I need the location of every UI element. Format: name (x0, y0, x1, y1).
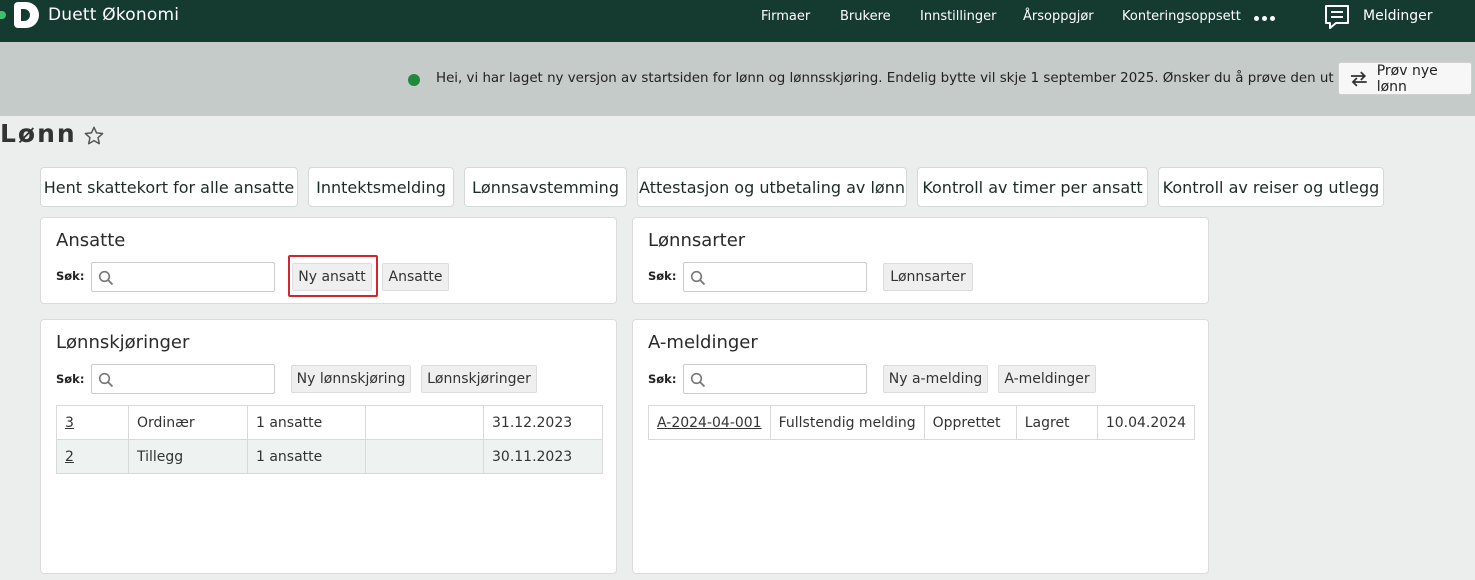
search-icon (98, 372, 114, 388)
empty-cell (365, 405, 484, 440)
app-logo[interactable]: Duett Økonomi (0, 2, 179, 28)
wage-types-panel: Lønnsarter Søk: Lønnsarter (632, 217, 1209, 304)
a-reports-table: A-2024-04-001 Fullstendig melding Oppret… (648, 405, 1196, 440)
table-row[interactable]: 3 Ordinær 1 ansatte 31.12.2023 (56, 405, 603, 440)
search-icon (690, 372, 706, 388)
empty-cell (365, 439, 484, 474)
new-employee-button[interactable]: Ny ansatt (292, 263, 372, 291)
messages-label[interactable]: Meldinger (1363, 8, 1433, 24)
swap-arrows-icon (1350, 70, 1367, 87)
new-a-report-button[interactable]: Ny a-melding (883, 365, 988, 393)
table-row[interactable]: 2 Tillegg 1 ansatte 30.11.2023 (56, 439, 603, 474)
duett-logo-icon (0, 2, 40, 28)
nav-innstillinger[interactable]: Innstillinger (920, 9, 996, 24)
payroll-runs-table: 3 Ordinær 1 ansatte 31.12.2023 2 Tillegg… (56, 405, 603, 474)
employees-list-button[interactable]: Ansatte (382, 263, 449, 291)
info-banner: Hei, vi har laget ny versjon av startsid… (0, 42, 1475, 116)
status-dot-icon (408, 74, 420, 86)
nav-brukere[interactable]: Brukere (840, 9, 891, 24)
wage-types-list-button[interactable]: Lønnsarter (883, 263, 973, 291)
banner-text: Hei, vi har laget ny versjon av startsid… (436, 71, 1362, 86)
a-reports-panel-title: A-meldinger (648, 332, 758, 353)
search-label: Søk: (648, 372, 677, 386)
a-reports-search-input[interactable] (683, 364, 867, 394)
a-reports-panel: A-meldinger Søk: Ny a-melding A-meldinge… (632, 319, 1209, 574)
payroll-run-link[interactable]: 3 (65, 415, 74, 431)
employees-panel-title: Ansatte (56, 230, 126, 251)
search-label: Søk: (56, 269, 85, 283)
nav-firmaer[interactable]: Firmaer (761, 9, 810, 24)
a-report-link[interactable]: A-2024-04-001 (657, 415, 762, 431)
report-state-cell: Lagret (1015, 405, 1098, 440)
run-type-cell: Tillegg (128, 439, 248, 474)
nav-arsoppgjor[interactable]: Årsoppgjør (1023, 9, 1094, 24)
search-icon (690, 270, 706, 286)
payroll-runs-list-button[interactable]: Lønnskjøringer (421, 365, 537, 393)
employee-count-cell: 1 ansatte (247, 439, 366, 474)
page-title: Lønn (0, 119, 77, 148)
payroll-reconciliation-button[interactable]: Lønnsavstemming (464, 167, 627, 207)
table-row[interactable]: A-2024-04-001 Fullstendig melding Oppret… (648, 405, 1196, 440)
payroll-run-link[interactable]: 2 (65, 449, 74, 465)
search-icon (98, 270, 114, 286)
hours-control-button[interactable]: Kontroll av timer per ansatt (917, 167, 1148, 207)
search-label: Søk: (648, 269, 677, 283)
brand-name: Duett Økonomi (48, 5, 180, 25)
employees-panel: Ansatte Søk: Ny ansatt Ansatte (40, 217, 617, 304)
new-payroll-run-button[interactable]: Ny lønnskjøring (291, 365, 411, 393)
more-menu-icon[interactable] (1254, 16, 1275, 21)
date-cell: 10.04.2024 (1096, 405, 1196, 440)
nav-konteringsoppsett[interactable]: Konteringsoppsett (1122, 9, 1241, 24)
payroll-runs-panel: Lønnskjøringer Søk: Ny lønnskjøring Lønn… (40, 319, 617, 574)
date-cell: 31.12.2023 (483, 405, 603, 440)
payroll-runs-panel-title: Lønnskjøringer (56, 332, 190, 353)
favorite-star-icon[interactable] (83, 125, 105, 147)
income-report-button[interactable]: Inntektsmelding (308, 167, 454, 207)
top-navigation-bar: Duett Økonomi Firmaer Brukere Innstillin… (0, 0, 1475, 42)
a-reports-list-button[interactable]: A-meldinger (998, 365, 1096, 393)
employees-search-input[interactable] (91, 262, 275, 292)
chat-message-icon[interactable] (1323, 3, 1351, 31)
date-cell: 30.11.2023 (483, 439, 603, 474)
search-label: Søk: (56, 372, 85, 386)
payroll-runs-search-input[interactable] (91, 364, 275, 394)
try-new-payroll-button[interactable]: Prøv nye lønn (1338, 62, 1472, 95)
run-type-cell: Ordinær (128, 405, 248, 440)
attestation-payment-button[interactable]: Attestasjon og utbetaling av lønn (637, 167, 907, 207)
try-new-payroll-label: Prøv nye lønn (1376, 62, 1438, 95)
wage-types-search-input[interactable] (683, 262, 867, 292)
wage-types-panel-title: Lønnsarter (648, 230, 746, 251)
report-type-cell: Fullstendig melding (769, 405, 925, 440)
fetch-tax-cards-button[interactable]: Hent skattekort for alle ansatte (40, 167, 298, 207)
travel-expense-control-button[interactable]: Kontroll av reiser og utlegg (1158, 167, 1384, 207)
employee-count-cell: 1 ansatte (247, 405, 366, 440)
report-status-cell: Opprettet (923, 405, 1017, 440)
